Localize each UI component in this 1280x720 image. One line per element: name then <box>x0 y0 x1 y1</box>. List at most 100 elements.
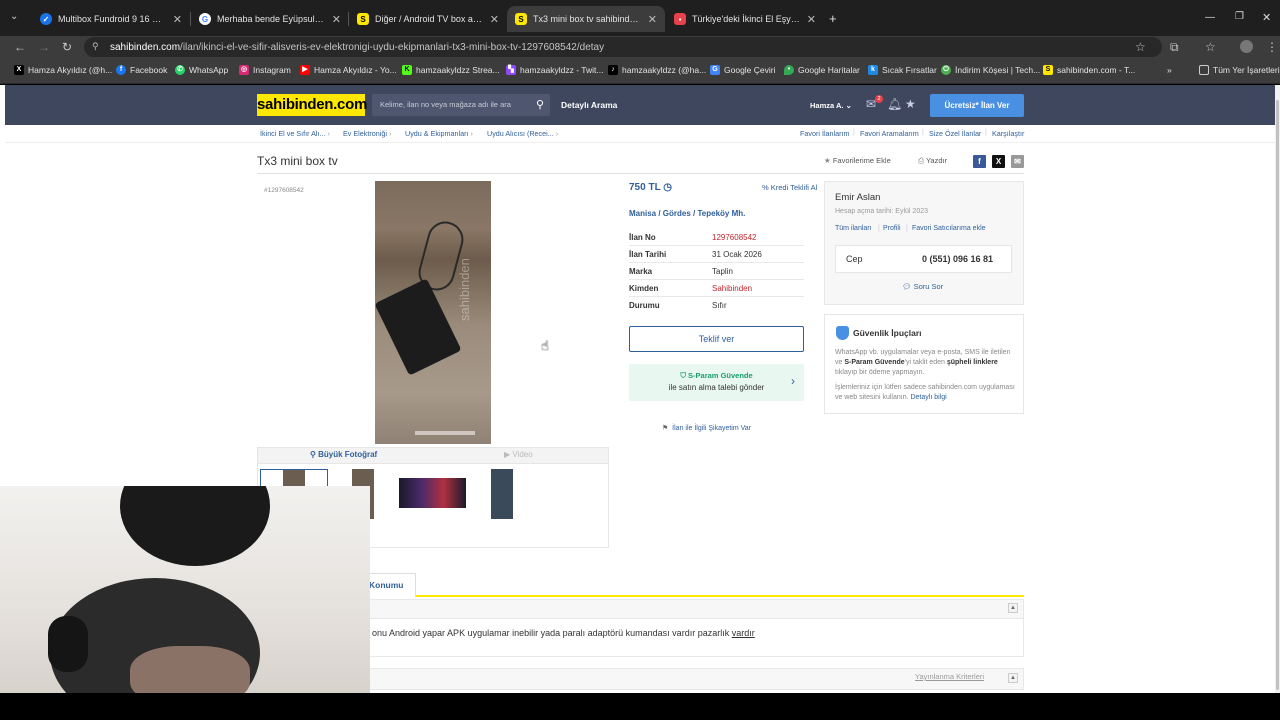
favorite-listings-link[interactable]: Favori İlanlarım <box>800 129 850 138</box>
close-tab-icon[interactable]: ✕ <box>332 13 341 26</box>
credit-offer-link[interactable]: % Kredi Teklifi Al <box>762 183 817 192</box>
tab-title: Diğer / Android TV box akıllı ku <box>375 14 484 24</box>
breadcrumb-item[interactable]: Uydu Alıcısı (Recei... › <box>487 129 558 138</box>
address-bar[interactable]: ⚲ sahibinden.com/ilan/ikinci-el-ve-sifir… <box>84 37 1162 57</box>
message-count-badge: 2 <box>875 95 883 103</box>
main-photo[interactable]: sahibinden <box>375 181 491 444</box>
detail-value: Taplin <box>712 267 733 276</box>
detail-key: Marka <box>629 267 653 276</box>
bookmark-item[interactable]: ◎ Instagram <box>239 65 291 75</box>
x-icon: X <box>14 65 24 75</box>
seller-name[interactable]: Emir Aslan <box>835 192 880 203</box>
breadcrumb-item[interactable]: İkinci El ve Sıfır Alı... › <box>260 129 330 138</box>
bookmark-item[interactable]: f Facebook <box>116 65 167 75</box>
close-tab-icon[interactable]: ✕ <box>173 13 182 26</box>
user-menu[interactable]: Hamza A. ⌄ <box>810 101 852 110</box>
extensions-icon[interactable]: ⧉ <box>1170 40 1179 55</box>
detailed-search-link[interactable]: Detaylı Arama <box>561 100 617 110</box>
menu-icon[interactable]: ⋮ <box>1266 40 1278 54</box>
collapse-icon[interactable]: ▲ <box>1008 673 1018 683</box>
profile-avatar[interactable] <box>1240 40 1253 53</box>
bookmark-label: Google Haritalar <box>798 65 860 75</box>
bookmark-item[interactable]: ♪ hamzaakyldzz (@ha... <box>608 65 706 75</box>
all-bookmarks-folder[interactable]: Tüm Yer İşaretleri <box>1199 65 1280 75</box>
special-listings-link[interactable]: Size Özel İlanlar <box>929 129 981 138</box>
bookmark-label: hamzaakyldzz - Twit... <box>520 65 604 75</box>
add-favorite-label: Favorilerime Ekle <box>832 156 891 165</box>
close-tab-icon[interactable]: ✕ <box>807 13 816 26</box>
reload-icon[interactable]: ↻ <box>62 40 72 54</box>
compare-link[interactable]: Karşılaştır <box>992 129 1024 138</box>
phone-number[interactable]: 0 (551) 096 16 81 <box>922 254 993 264</box>
seller-profile-link[interactable]: Profili <box>883 225 901 232</box>
notifications-bell-icon[interactable]: 🔔︎ <box>887 97 902 111</box>
favorite-searches-link[interactable]: Favori Aramalarım <box>860 129 919 138</box>
bookmark-star-icon[interactable]: ☆ <box>1135 40 1146 54</box>
bookmark-item[interactable]: ✆ WhatsApp <box>175 65 228 75</box>
back-icon[interactable]: ← <box>14 40 26 54</box>
collapse-icon[interactable]: ▲ <box>1008 603 1018 613</box>
breadcrumb-item[interactable]: Uydu & Ekipmanları › <box>405 129 473 138</box>
price-history-icon[interactable]: ◷ <box>663 182 672 193</box>
favorites-star-icon[interactable]: ★ <box>905 97 916 111</box>
bookmark-item[interactable]: X Hamza Akyıldız (@h... <box>14 65 112 75</box>
translate-icon: G <box>710 65 720 75</box>
video-label: Video <box>512 450 533 459</box>
shield-icon <box>836 326 849 340</box>
detailed-info-link[interactable]: Detaylı bilgi <box>910 394 946 401</box>
close-tab-icon[interactable]: ✕ <box>490 13 499 26</box>
browser-tab-2[interactable]: G Merhaba bende Eyüpsultan'da ✕ <box>191 6 349 32</box>
add-favorite-seller-link[interactable]: Favori Satıcılarıma ekle <box>912 225 986 232</box>
browser-tab-1[interactable]: ✓ Multibox Fundroid 9 16 GB 4K A ✕ <box>32 6 190 32</box>
site-header <box>5 85 1275 125</box>
close-tab-icon[interactable]: ✕ <box>648 13 657 26</box>
add-favorite-button[interactable]: ★ Favorilerime Ekle <box>824 156 891 165</box>
publish-criteria-link[interactable]: Yayınlanma Kriterleri <box>915 672 984 681</box>
print-button[interactable]: ⎙ Yazdır <box>918 156 947 166</box>
bookmark-item[interactable]: ▶ Hamza Akyıldız - Yo... <box>300 65 397 75</box>
search-icon[interactable]: ⚲ <box>536 94 544 116</box>
complaint-link[interactable]: ⚑ İlan ile İlgili Şikayetim Var <box>662 424 751 432</box>
thumbnail[interactable] <box>399 478 466 508</box>
more-bookmarks-icon[interactable]: » <box>1167 65 1172 75</box>
forward-icon[interactable]: → <box>38 40 50 54</box>
email-share-icon[interactable]: ✉ <box>1011 155 1024 168</box>
divider: | <box>853 129 855 136</box>
site-info-icon[interactable]: ⚲ <box>92 41 99 52</box>
video-button[interactable]: ▶ Video <box>504 450 533 459</box>
site-logo[interactable]: sahibinden.com <box>257 94 367 116</box>
post-ad-button[interactable]: Ücretsiz* İlan Ver <box>930 94 1024 117</box>
location-neighborhood[interactable]: Tepeköy Mh. <box>697 209 745 218</box>
browser-tab-5[interactable]: ▪ Türkiye'deki İkinci El Eşyalar Al ✕ <box>666 6 824 32</box>
bookmarks-panel-icon[interactable]: ☆ <box>1205 40 1216 54</box>
bookmark-item[interactable]: Khamzaakyldzz Strea... <box>402 65 500 75</box>
browser-tab-3[interactable]: S Diğer / Android TV box akıllı ku ✕ <box>349 6 507 32</box>
restore-icon[interactable]: ❐ <box>1235 11 1244 22</box>
bookmark-item[interactable]: k Sıcak Fırsatlar <box>868 65 937 75</box>
bookmark-item[interactable]: ▚ hamzaakyldzz - Twit... <box>506 65 603 75</box>
location-city[interactable]: Manisa <box>629 209 656 218</box>
detail-row: İlan No 1297608542 <box>629 229 804 246</box>
x-share-icon[interactable]: X <box>992 155 1005 168</box>
tab-search-button[interactable]: ⌄ <box>10 11 18 22</box>
thumbnail[interactable] <box>491 469 513 519</box>
location-district[interactable]: Gördes <box>663 209 691 218</box>
close-window-icon[interactable]: ✕ <box>1262 11 1271 24</box>
minimize-icon[interactable]: — <box>1205 12 1215 23</box>
breadcrumb-item[interactable]: Ev Elektroniği › <box>343 129 391 138</box>
big-photo-button[interactable]: ⚲ Büyük Fotoğraf <box>310 450 377 459</box>
search-input[interactable]: Kelime, ilan no veya mağaza adı ile ara … <box>372 94 550 116</box>
bookmark-item[interactable]: • Google Haritalar <box>784 65 860 75</box>
seller-all-listings-link[interactable]: Tüm ilanları <box>835 225 872 232</box>
new-tab-button[interactable]: + <box>829 11 837 26</box>
make-offer-button[interactable]: Teklif ver <box>629 326 804 352</box>
sparam-button[interactable]: ⛉ S-Param Güvende ile satın alma talebi … <box>629 364 804 401</box>
red-favicon-icon: ▪ <box>674 13 686 25</box>
scrollbar-thumb[interactable] <box>1276 100 1279 690</box>
facebook-share-icon[interactable]: f <box>973 155 986 168</box>
browser-tab-active[interactable]: S Tx3 mini box tv sahibinden.com ✕ <box>507 6 665 32</box>
ask-question-button[interactable]: 💬︎ Soru Sor <box>902 282 943 291</box>
bookmark-item[interactable]: Ssahibinden.com - T... <box>1043 65 1135 75</box>
bookmark-item[interactable]: G Google Çeviri <box>710 65 776 75</box>
bookmark-item[interactable]: ⏻ İndirim Köşesi | Tech... <box>941 65 1040 75</box>
